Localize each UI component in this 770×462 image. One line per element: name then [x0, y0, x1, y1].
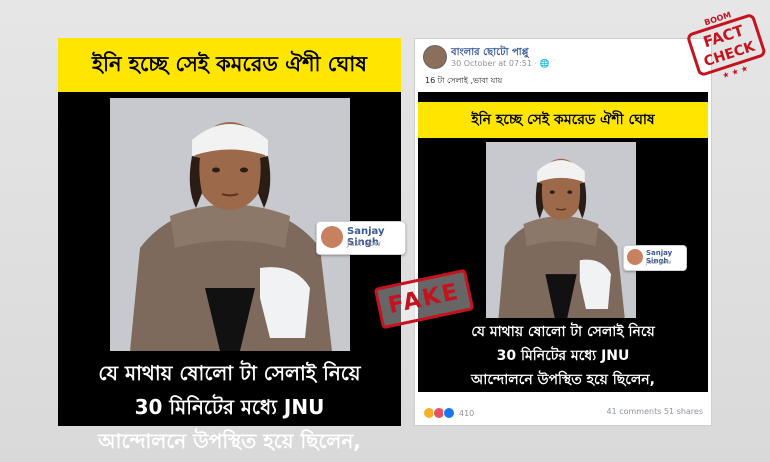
post-timestamp[interactable]: 30 October at 07:51 · 🌐 [451, 59, 550, 68]
badge-avatar [321, 226, 343, 248]
caption-line: যে মাথায় ষোলো টা সেলাই নিয়ে [98, 361, 361, 385]
meme-caption: যে মাথায় ষোলো টা সেলাই নিয়ে 30 মিনিটের… [58, 356, 401, 458]
left-meme-image: ইনি হচ্ছে সেই কমরেড ঐশী ঘোষ Sanjay Singh… [58, 38, 406, 453]
post-date-text: 30 October at 07:51 · [451, 59, 540, 68]
sanjay-singh-badge: Sanjay Singh Just now [623, 245, 687, 271]
caption-line: 30 মিনিটের মধ্যে JNU [134, 395, 325, 419]
globe-icon: 🌐 [539, 59, 550, 68]
reactions-summary[interactable]: 410 [423, 407, 474, 419]
caption-line: 30 মিনিটের মধ্যে JNU [496, 348, 630, 364]
sanjay-singh-badge: Sanjay Singh Just now [316, 221, 406, 255]
post-meme-caption: যে মাথায় ষোলো টা সেলাই নিয়ে 30 মিনিটের… [418, 320, 708, 392]
girl-photo-illustration [110, 98, 350, 351]
like-reaction-icon [443, 407, 455, 419]
meme-banner-text: ইনি হচ্ছে সেই কমরেড ঐশী ঘোষ [92, 51, 367, 76]
boom-fact-check-logo: BOOM FACT CHECK ★ ★ ★ [687, 10, 766, 80]
caption-line: যে মাথায় ষোলো টা সেলাই নিয়ে [471, 324, 655, 340]
meme-banner: ইনি হচ্ছে সেই কমরেড ঐশী ঘোষ [58, 38, 401, 92]
post-text: 16 টা সেলাই ,ভাবা যায় [425, 76, 503, 85]
post-image[interactable]: ইনি হচ্ছে সেই কমরেড ঐশী ঘোষ Sanjay Singh [418, 92, 708, 392]
badge-time: Just now [347, 239, 381, 248]
comments-shares[interactable]: 41 comments 51 shares [606, 407, 703, 416]
caption-line: আন্দোলনে উপস্থিত হয়ে ছিলেন, [471, 372, 655, 388]
post-meme-banner: ইনি হচ্ছে সেই কমরেড ঐশী ঘোষ [418, 102, 708, 138]
badge-avatar [627, 249, 643, 265]
post-meme-photo [486, 142, 636, 318]
facebook-post: বাংলার ছোটো পাপ্পু 30 October at 07:51 ·… [414, 38, 712, 426]
page-avatar[interactable] [423, 45, 447, 69]
post-meme-banner-text: ইনি হচ্ছে সেই কমরেড ঐশী ঘোষ [471, 112, 655, 128]
meme-photo [110, 98, 350, 351]
caption-line: আন্দোলনে উপস্থিত হয়ে ছিলেন, [98, 429, 361, 453]
post-footer: 410 41 comments 51 shares [423, 407, 703, 421]
reactions-count: 410 [459, 408, 475, 418]
girl-photo-illustration [486, 142, 636, 318]
badge-time: Just now [646, 259, 672, 266]
